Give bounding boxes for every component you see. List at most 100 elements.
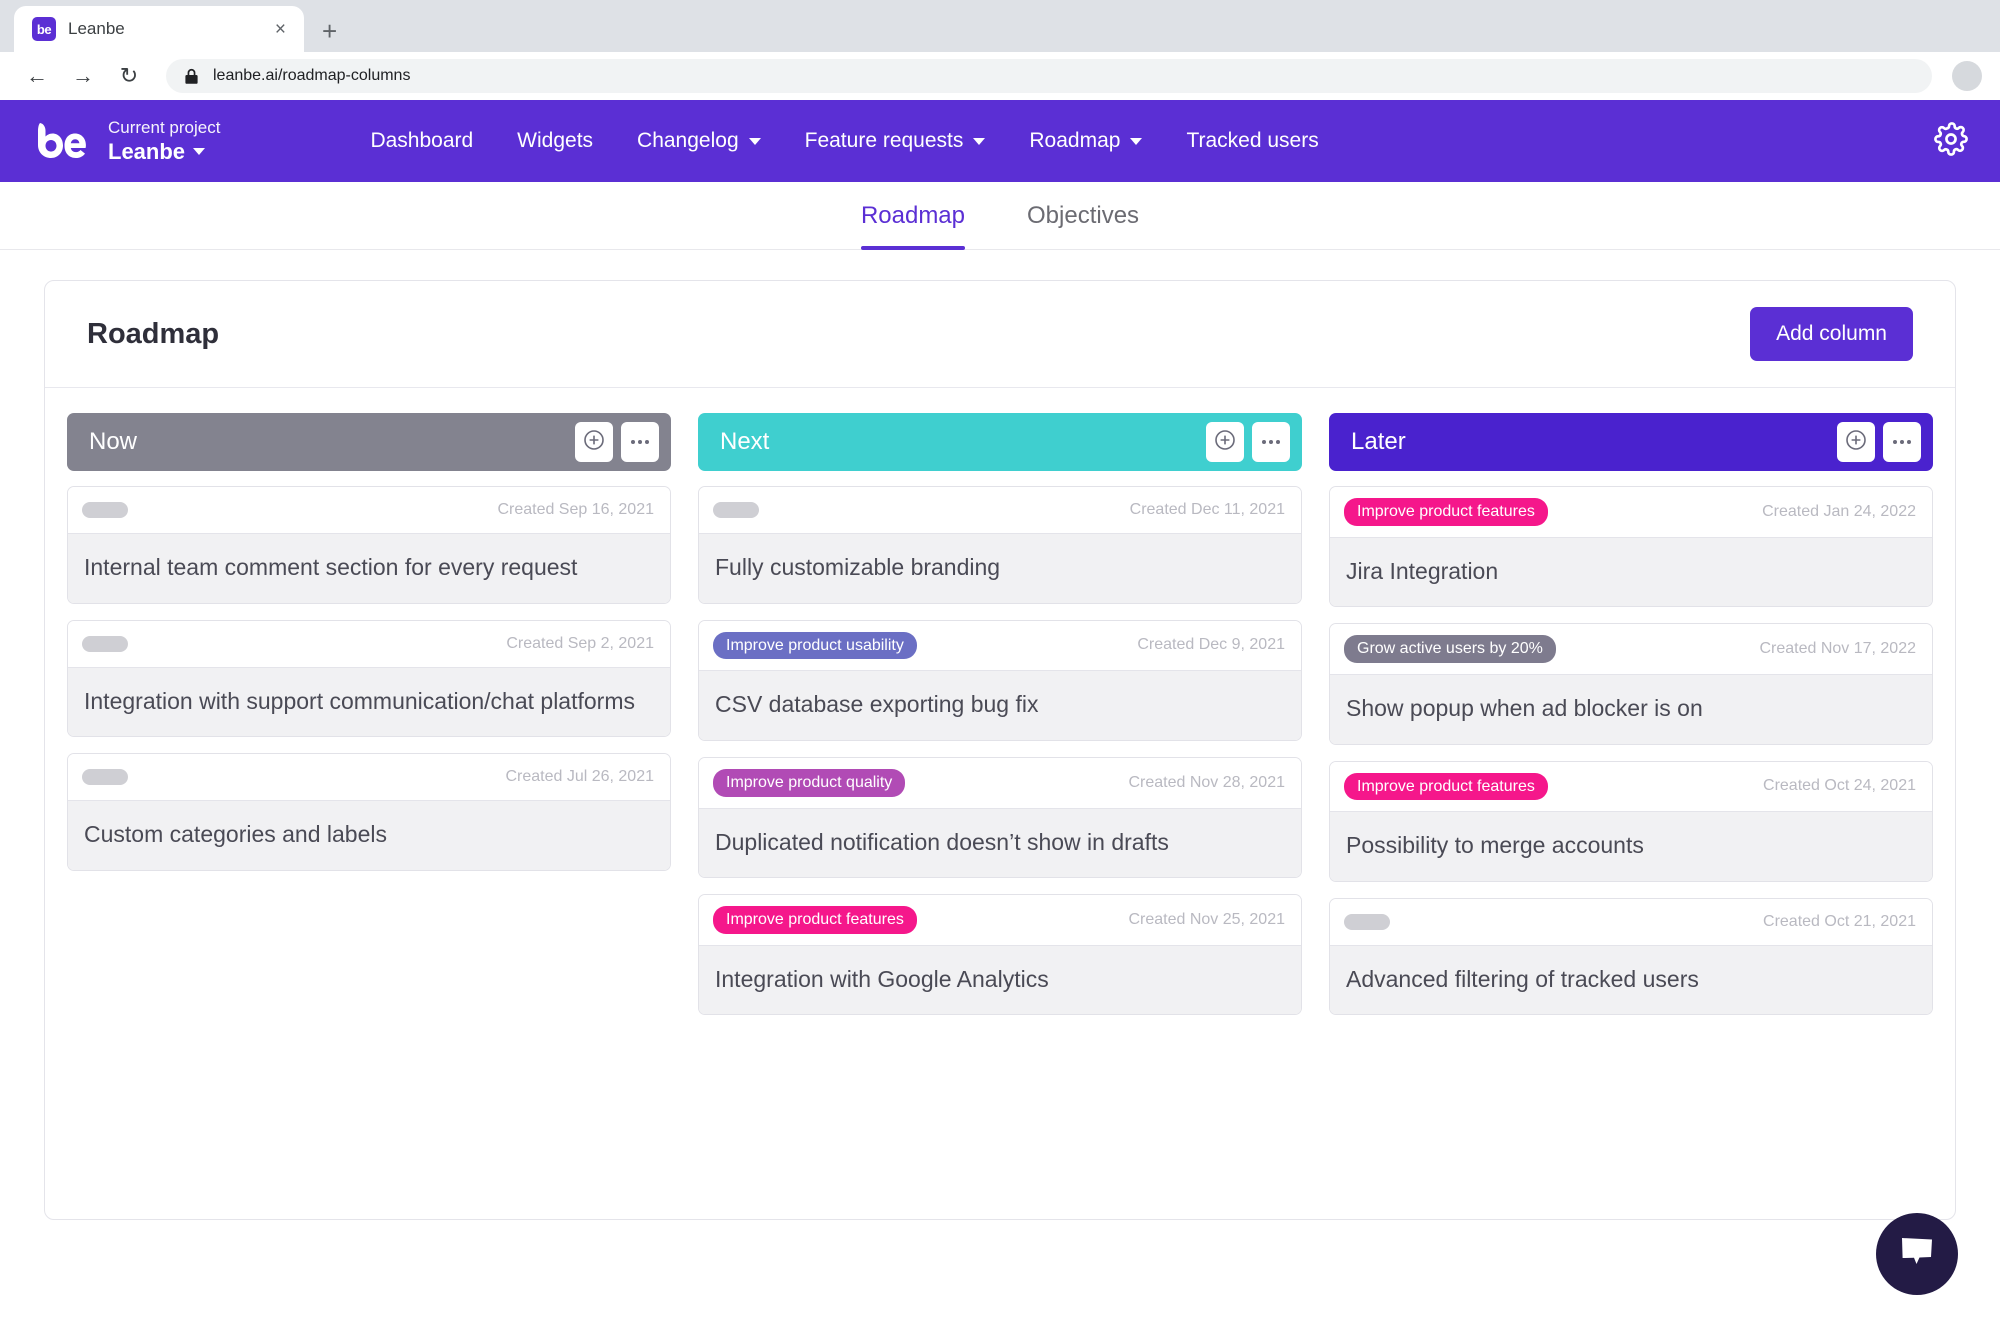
plus-circle-icon: [1213, 428, 1237, 457]
nav-label: Tracked users: [1186, 129, 1319, 152]
subtab-label: Roadmap: [860, 201, 965, 229]
page-content: Roadmap Add column Now Created Sep 16, 2…: [0, 250, 2000, 1333]
reload-icon[interactable]: ↻: [110, 57, 148, 95]
chat-launcher-button[interactable]: [1876, 1213, 1958, 1295]
column-title: Next: [720, 428, 770, 455]
browser-tab[interactable]: be Leanbe ×: [14, 6, 304, 52]
current-project-label: Current project: [108, 117, 221, 137]
roadmap-card[interactable]: Improve product usability Created Dec 9,…: [698, 619, 1302, 741]
column-cards: Created Dec 11, 2021 Fully customizable …: [698, 486, 1302, 1016]
card-date: Created Oct 21, 2021: [1763, 912, 1916, 930]
card-date: Created Sep 16, 2021: [497, 501, 654, 518]
nav-item-feature-requests[interactable]: Feature requests: [805, 129, 986, 153]
roadmap-card[interactable]: Improve product quality Created Nov 28, …: [698, 756, 1302, 879]
add-card-button[interactable]: [1837, 422, 1875, 462]
card-header: Improve product features Created Jan 24,…: [1330, 487, 1932, 537]
roadmap-column-later: Later Improve product features Created J…: [1329, 413, 1933, 1016]
card-title: Advanced filtering of tracked users: [1330, 944, 1932, 1015]
back-icon[interactable]: ←: [18, 57, 56, 95]
card-tag[interactable]: Grow active users by 20%: [1344, 635, 1556, 663]
project-name-text: Leanbe: [108, 138, 186, 164]
column-actions: [575, 422, 659, 462]
column-actions: [1206, 422, 1290, 462]
card-title: Possibility to merge accounts: [1330, 811, 1932, 881]
card-tag[interactable]: Improve product usability: [713, 631, 917, 660]
card-title: CSV database exporting bug fix: [699, 670, 1301, 740]
roadmap-card[interactable]: Grow active users by 20% Created Nov 17,…: [1329, 623, 1933, 745]
column-menu-button[interactable]: [1252, 422, 1290, 462]
roadmap-card[interactable]: Created Jul 26, 2021 Custom categories a…: [67, 753, 671, 871]
address-bar[interactable]: leanbe.ai/roadmap-columns: [166, 59, 1932, 93]
nav-label: Changelog: [637, 129, 739, 152]
nav-item-widgets[interactable]: Widgets: [517, 129, 593, 153]
card-header: Created Sep 16, 2021: [68, 487, 670, 533]
tab-objectives[interactable]: Objectives: [1027, 182, 1139, 250]
forward-icon[interactable]: →: [64, 57, 102, 95]
tab-roadmap[interactable]: Roadmap: [860, 182, 966, 250]
card-title: Integration with Google Analytics: [699, 944, 1301, 1015]
roadmap-card[interactable]: Created Sep 16, 2021 Internal team comme…: [67, 486, 671, 604]
chevron-down-icon: [193, 148, 206, 156]
add-card-button[interactable]: [1206, 422, 1244, 462]
add-column-button[interactable]: Add column: [1750, 307, 1913, 361]
panel-header: Roadmap Add column: [45, 281, 1955, 388]
close-icon[interactable]: ×: [271, 20, 290, 39]
gear-icon: [1934, 121, 1968, 161]
settings-button[interactable]: [1934, 121, 1968, 161]
card-title: Internal team comment section for every …: [68, 533, 670, 603]
card-header: Grow active users by 20% Created Nov 17,…: [1330, 624, 1932, 674]
tag-placeholder: [1344, 913, 1390, 930]
card-date: Created Nov 25, 2021: [1128, 910, 1285, 928]
card-header: Created Oct 21, 2021: [1330, 898, 1932, 945]
tab-title: Leanbe: [68, 19, 125, 38]
column-menu-button[interactable]: [621, 422, 659, 462]
profile-avatar[interactable]: [1952, 61, 1982, 91]
column-title: Now: [89, 428, 138, 455]
roadmap-card[interactable]: Created Oct 21, 2021 Advanced filtering …: [1329, 897, 1933, 1016]
nav-item-dashboard[interactable]: Dashboard: [370, 129, 473, 153]
app-header: Current project Leanbe Dashboard Widgets…: [0, 100, 2000, 182]
roadmap-panel: Roadmap Add column Now Created Sep 16, 2…: [44, 280, 1956, 1220]
roadmap-card[interactable]: Created Dec 11, 2021 Fully customizable …: [698, 486, 1302, 604]
card-date: Created Dec 9, 2021: [1137, 636, 1285, 654]
card-date: Created Jul 26, 2021: [505, 768, 654, 786]
card-title: Fully customizable branding: [699, 533, 1301, 603]
roadmap-card[interactable]: Improve product features Created Nov 25,…: [698, 894, 1302, 1016]
browser-chrome: be Leanbe × + ← → ↻ leanbe.ai/roadmap-co…: [0, 0, 2000, 100]
favicon-icon: be: [32, 17, 56, 41]
card-header: Created Jul 26, 2021: [68, 754, 670, 801]
card-header: Improve product quality Created Nov 28, …: [699, 757, 1301, 808]
nav-label: Roadmap: [1029, 129, 1121, 152]
roadmap-column-now: Now Created Sep 16, 2021 Internal team c…: [67, 413, 671, 871]
card-tag[interactable]: Improve product features: [1344, 772, 1548, 801]
card-header: Created Dec 11, 2021: [699, 487, 1301, 533]
roadmap-card[interactable]: Improve product features Created Oct 24,…: [1329, 760, 1933, 882]
main-nav: Dashboard Widgets Changelog Feature requ…: [370, 129, 1318, 153]
ellipsis-icon: [1262, 440, 1280, 444]
add-card-button[interactable]: [575, 422, 613, 462]
card-header: Improve product usability Created Dec 9,…: [699, 620, 1301, 671]
card-date: Created Nov 17, 2022: [1759, 640, 1916, 658]
nav-item-tracked-users[interactable]: Tracked users: [1186, 129, 1318, 153]
tab-strip: be Leanbe × +: [0, 6, 2000, 52]
roadmap-card[interactable]: Improve product features Created Jan 24,…: [1329, 486, 1933, 608]
new-tab-icon[interactable]: +: [322, 18, 337, 44]
card-tag[interactable]: Improve product features: [713, 906, 917, 934]
column-menu-button[interactable]: [1883, 422, 1921, 462]
roadmap-card[interactable]: Created Sep 2, 2021 Integration with sup…: [67, 619, 671, 738]
card-header: Improve product features Created Oct 24,…: [1330, 761, 1932, 812]
project-switcher[interactable]: Leanbe: [108, 138, 220, 166]
card-tag[interactable]: Improve product features: [1344, 498, 1548, 526]
column-header: Now: [67, 413, 671, 471]
column-actions: [1837, 422, 1921, 462]
plus-circle-icon: [582, 428, 606, 457]
roadmap-column-next: Next Created Dec 11, 2021 Fully customiz…: [698, 413, 1302, 1016]
column-title: Later: [1351, 428, 1406, 455]
tag-placeholder: [713, 502, 759, 518]
leanbe-logo-icon[interactable]: [34, 121, 86, 161]
nav-item-changelog[interactable]: Changelog: [637, 129, 761, 153]
nav-item-roadmap[interactable]: Roadmap: [1029, 129, 1143, 153]
card-title: Integration with support communication/c…: [68, 666, 670, 737]
card-tag[interactable]: Improve product quality: [713, 768, 906, 797]
tag-placeholder: [82, 769, 128, 786]
